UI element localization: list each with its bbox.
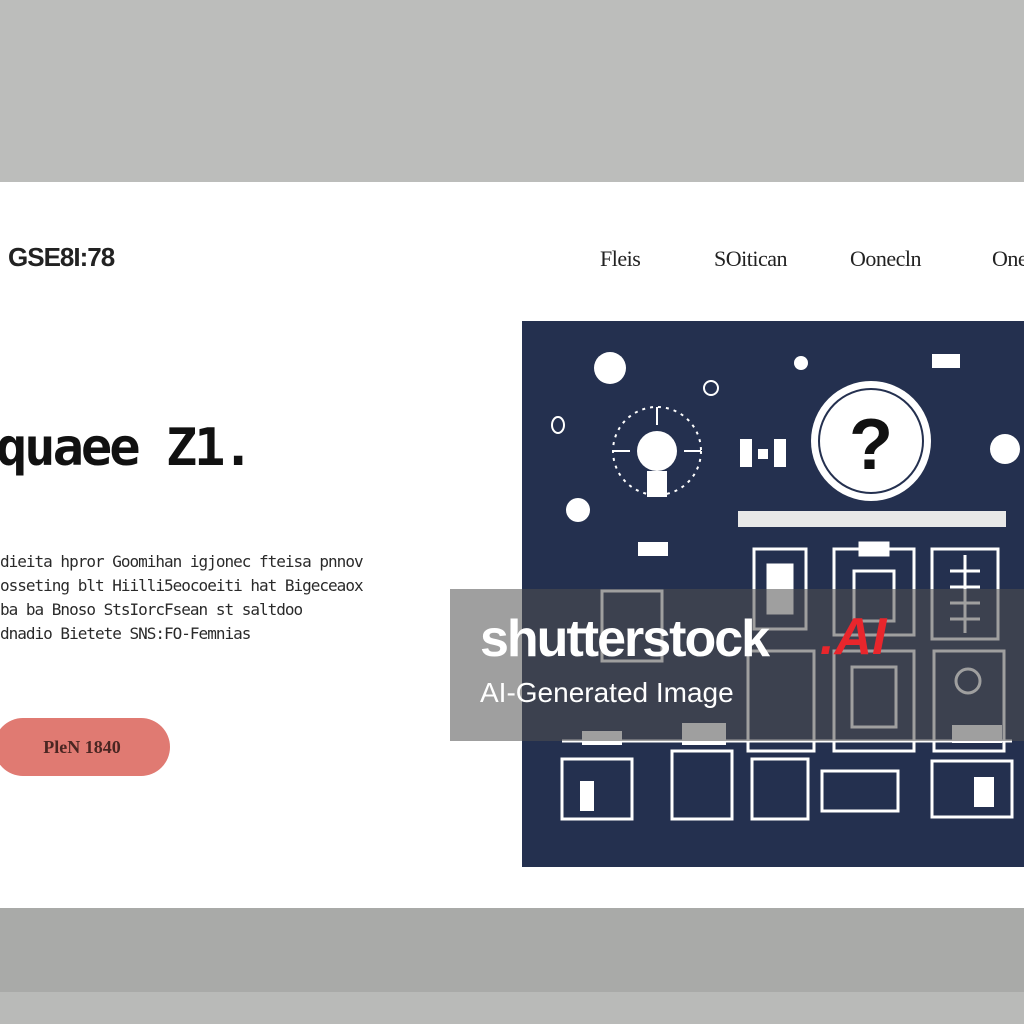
hero-description-line: osseting blt Hiilli5eocoeiti hat Bigecea…: [0, 576, 364, 595]
hero-description-line: ba ba Bnoso StsIorcFsean st saltdoo: [0, 600, 303, 619]
lightbulb-icon: [612, 406, 702, 497]
question-bulb-icon: ?: [811, 381, 931, 501]
hero-description-line: dieita hpror Goomihan igjonec fteisa pnn…: [0, 552, 364, 571]
background-band-footer: [0, 992, 1024, 1024]
watermark-caption: AI-Generated Image: [480, 677, 734, 708]
nav-link-2[interactable]: SOitican: [714, 246, 788, 272]
hero-description-line: dnadio Bietete SNS:FO-Femnias: [0, 624, 251, 643]
cta-button[interactable]: PleN 1840: [0, 718, 170, 776]
top-nav: Fleis SOitican Oonecln One: [0, 246, 1024, 276]
rect-shape: [932, 354, 960, 368]
hero-headline: quaee Z1.: [0, 418, 254, 478]
hero-description: dieita hpror Goomihan igjonec fteisa pnn…: [0, 550, 420, 646]
dot-shape: [703, 380, 719, 396]
landing-page: GSE8I:78 Fleis SOitican Oonecln One quae…: [0, 182, 1024, 908]
dot-shape: [594, 352, 626, 384]
watermark-brand: shutterstock: [480, 610, 770, 668]
rect-shape: [638, 542, 668, 556]
dot-shape: [794, 356, 808, 370]
dot-shape: [990, 434, 1020, 464]
nav-link-4[interactable]: One: [992, 246, 1024, 272]
bracket-icon: [740, 439, 786, 467]
dot-shape: [551, 416, 565, 434]
dot-shape: [566, 498, 590, 522]
nav-link-1[interactable]: Fleis: [600, 246, 641, 272]
background-band-bottom: [0, 908, 1024, 992]
watermark-ai-mark: .AI: [820, 608, 887, 666]
question-mark: ?: [849, 405, 893, 485]
shelf-bar: [738, 511, 1006, 527]
nav-link-3[interactable]: Oonecln: [850, 246, 922, 272]
stock-watermark: shutterstock .AI AI-Generated Image: [450, 589, 1024, 741]
